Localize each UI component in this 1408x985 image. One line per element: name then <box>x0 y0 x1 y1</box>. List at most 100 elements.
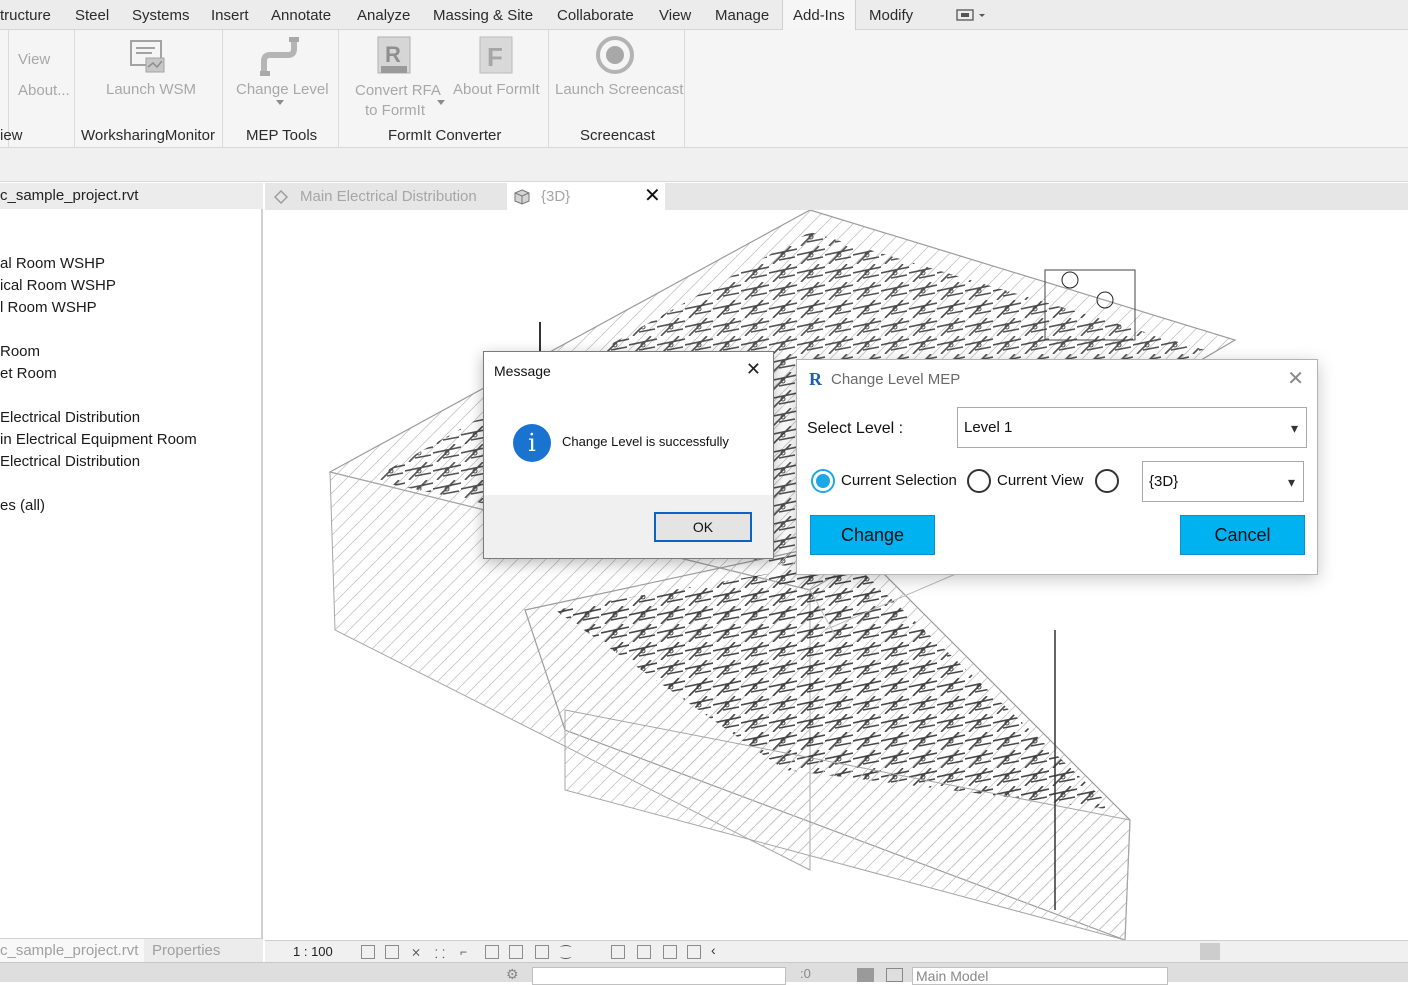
tab-project-browser[interactable]: c_sample_project.rvt <box>0 939 145 963</box>
close-icon[interactable]: ✕ <box>644 186 661 206</box>
tab-collaborate[interactable]: Collaborate <box>557 0 634 30</box>
tab-3d-label: {3D} <box>541 188 571 205</box>
tab-analyze[interactable]: Analyze <box>357 0 410 30</box>
browser-tab-bar: c_sample_project.rvt Properties <box>0 938 263 963</box>
ok-button[interactable]: OK <box>654 512 752 542</box>
main-model-combo[interactable]: Main Model <box>912 967 1168 985</box>
tree-item[interactable]: Room <box>0 343 40 360</box>
ribbon-panel: View About... iew Launch WSM Worksharing… <box>0 30 1408 148</box>
tab-steel[interactable]: Steel <box>75 0 109 30</box>
panel-label-formit: FormIt Converter <box>388 127 502 144</box>
tree-item[interactable]: ical Room WSHP <box>0 277 116 294</box>
horizontal-scrollbar[interactable] <box>1200 943 1220 960</box>
tab-insert[interactable]: Insert <box>211 0 249 30</box>
level-select[interactable]: Level 1 ▾ <box>957 407 1307 448</box>
reveal-hidden-icon[interactable]: ⁐ <box>561 945 575 959</box>
cancel-button[interactable]: Cancel <box>1180 515 1305 555</box>
exclude-options-icon[interactable] <box>886 968 903 982</box>
panel-label-mep-tools: MEP Tools <box>246 127 318 144</box>
radio-current-view-label: Current View <box>997 472 1084 489</box>
radio-current-selection[interactable] <box>811 469 835 493</box>
launch-screencast-button[interactable]: Launch Screencast <box>555 81 683 98</box>
view-small-button[interactable]: View <box>18 51 50 68</box>
view-scale[interactable]: 1 : 100 <box>293 944 333 959</box>
tab-annotate[interactable]: Annotate <box>271 0 331 30</box>
chevron-down-icon: ▾ <box>1287 474 1295 490</box>
temporary-hide-icon[interactable] <box>535 945 549 959</box>
level-select-value: Level 1 <box>964 419 1013 436</box>
message-dialog: Message ✕ i Change Level is successfully… <box>483 351 774 559</box>
panel-label-worksharing: WorksharingMonitor <box>81 127 215 144</box>
view-select-value: {3D} <box>1149 473 1179 490</box>
options-bar <box>0 148 1408 182</box>
tab-main-electrical-distribution[interactable]: Main Electrical Distribution <box>300 183 477 210</box>
tab-massing-site[interactable]: Massing & Site <box>433 0 533 30</box>
svg-text:R: R <box>385 42 401 67</box>
rfa-file-icon: R <box>377 36 411 74</box>
shadows-icon[interactable]: ⸬ <box>435 945 449 961</box>
project-browser: c_sample_project.rvt al Room WSHP ical R… <box>0 183 263 940</box>
change-level-dialog-title: Change Level MEP <box>831 371 961 388</box>
tab-properties[interactable]: Properties <box>146 939 226 963</box>
view-select[interactable]: {3D} ▾ <box>1142 461 1304 502</box>
screencast-record-icon <box>596 36 634 74</box>
reveal-constraints-icon[interactable] <box>663 945 677 959</box>
tree-item[interactable]: Electrical Distribution <box>0 409 140 426</box>
worksharing-display-icon[interactable] <box>687 945 701 959</box>
3d-model-wireframe <box>328 210 1237 940</box>
close-icon[interactable]: ✕ <box>746 359 761 380</box>
tab-structure[interactable]: tructure <box>0 0 51 30</box>
change-level-button[interactable]: Change Level <box>236 81 329 98</box>
detail-level-icon[interactable] <box>361 945 375 959</box>
svg-text:F: F <box>487 42 503 72</box>
tree-item[interactable]: et Room <box>0 365 57 382</box>
worksharing-monitor-icon <box>130 40 165 73</box>
radio-current-selection-label: Current Selection <box>841 472 957 489</box>
design-options-icon[interactable] <box>857 968 874 982</box>
workset-combo[interactable] <box>532 967 786 985</box>
about-small-button[interactable]: About... <box>18 82 70 99</box>
launch-wsm-button[interactable]: Launch WSM <box>106 81 196 98</box>
tab-modify[interactable]: Modify <box>869 0 913 30</box>
chevron-left-icon[interactable]: ‹ <box>711 942 725 958</box>
convert-rfa-line1[interactable]: Convert RFA <box>355 82 441 99</box>
show-crop-icon[interactable] <box>485 945 499 959</box>
tab-3d-view[interactable]: {3D} ✕ <box>507 183 665 210</box>
tab-add-ins[interactable]: Add-Ins <box>782 0 856 31</box>
model-canvas[interactable] <box>265 210 1408 940</box>
radio-current-view[interactable] <box>967 469 991 493</box>
sun-path-icon[interactable]: ⨯ <box>411 945 425 959</box>
workset-icon: ⚙ <box>506 966 519 982</box>
message-text: Change Level is successfully <box>562 434 729 449</box>
about-formit-button[interactable]: About FormIt <box>453 81 540 98</box>
tab-manage[interactable]: Manage <box>715 0 769 30</box>
tab-view[interactable]: View <box>659 0 691 30</box>
crop-view-icon[interactable]: ⌐ <box>460 945 474 959</box>
dropdown-arrow-icon[interactable] <box>437 100 445 106</box>
highlight-displacement-icon[interactable] <box>637 945 651 959</box>
panel-label-view: iew <box>0 127 23 144</box>
pipe-icon <box>260 37 299 76</box>
close-icon[interactable]: ✕ <box>1287 366 1304 391</box>
view-control-bar: 1 : 100 ⨯ ⸬ ⌐ ⁐ ‹ <box>265 940 1408 962</box>
tree-item[interactable]: in Electrical Equipment Room <box>0 431 197 448</box>
radio-view[interactable] <box>1095 469 1119 493</box>
3d-view-icon <box>514 189 530 205</box>
info-icon: i <box>513 424 551 462</box>
panel-toggle-icon[interactable] <box>956 8 988 22</box>
visual-style-icon[interactable] <box>385 945 399 959</box>
chevron-down-icon: ▾ <box>1290 420 1298 436</box>
tree-item[interactable]: es (all) <box>0 497 45 514</box>
analytical-model-icon[interactable] <box>611 945 625 959</box>
tab-systems[interactable]: Systems <box>132 0 190 30</box>
tree-item[interactable]: l Room WSHP <box>0 299 97 316</box>
unlock-3d-icon[interactable] <box>509 945 523 959</box>
change-button[interactable]: Change <box>810 515 935 555</box>
convert-rfa-line2[interactable]: to FormIt <box>365 102 425 119</box>
dropdown-arrow-icon[interactable] <box>276 100 284 106</box>
editable-count: :0 <box>800 966 811 981</box>
message-dialog-title: Message <box>494 363 551 379</box>
tree-item[interactable]: Electrical Distribution <box>0 453 140 470</box>
panel-label-screencast: Screencast <box>580 127 656 144</box>
tree-item[interactable]: al Room WSHP <box>0 255 105 272</box>
